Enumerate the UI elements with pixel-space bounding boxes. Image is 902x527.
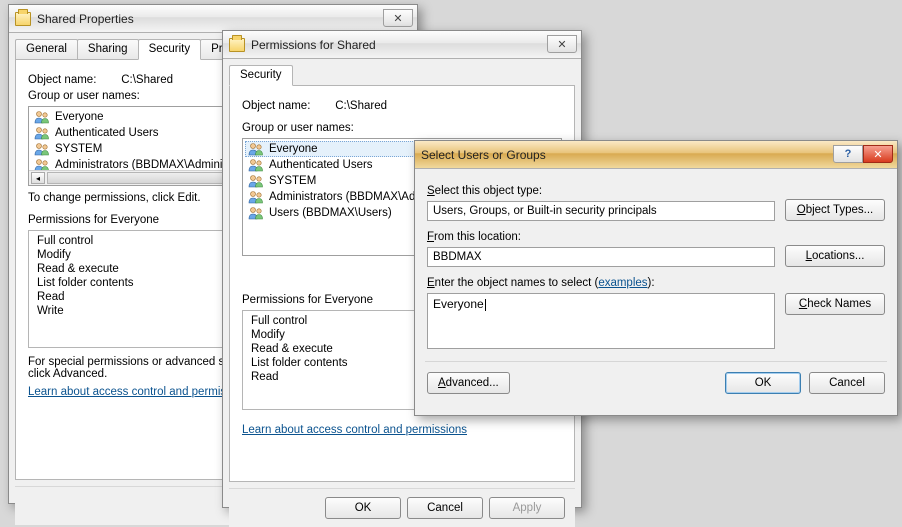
apply-button[interactable]: Apply xyxy=(489,497,565,519)
titlebar[interactable]: Shared Properties ✕ xyxy=(9,5,417,33)
scroll-left-icon[interactable]: ◂ xyxy=(31,172,45,184)
object-name-value: C:\Shared xyxy=(121,74,173,86)
check-names-button[interactable]: Check Names xyxy=(785,293,885,315)
special-permissions-hint2: click Advanced. xyxy=(28,368,107,380)
window-title: Shared Properties xyxy=(37,12,383,26)
users-icon xyxy=(248,158,264,172)
locations-button[interactable]: Locations... xyxy=(785,245,885,267)
users-icon xyxy=(34,126,50,140)
enter-names-label: Enter the object names to select (exampl… xyxy=(427,277,655,289)
tab-general[interactable]: General xyxy=(15,39,78,60)
close-icon[interactable]: ✕ xyxy=(383,9,413,27)
users-icon xyxy=(248,142,264,156)
ok-button[interactable]: OK xyxy=(725,372,801,394)
learn-link[interactable]: Learn about access control and permissio… xyxy=(242,424,467,436)
window-title: Permissions for Shared xyxy=(251,38,547,52)
close-icon[interactable]: ✕ xyxy=(863,145,893,163)
object-name-value: C:\Shared xyxy=(335,100,387,112)
tab-security[interactable]: Security xyxy=(229,65,293,86)
special-permissions-hint: For special permissions or advanced se xyxy=(28,356,231,368)
tabstrip: Security xyxy=(223,59,581,86)
object-type-label: Select this object type: xyxy=(427,185,542,197)
users-icon xyxy=(248,206,264,220)
users-icon xyxy=(34,142,50,156)
groups-label: Group or user names: xyxy=(242,122,562,134)
ok-button[interactable]: OK xyxy=(325,497,401,519)
window-title: Select Users or Groups xyxy=(421,148,833,162)
object-type-field: Users, Groups, or Built-in security prin… xyxy=(427,201,775,221)
learn-link[interactable]: Learn about access control and permiss xyxy=(28,386,232,398)
folder-icon xyxy=(15,12,31,26)
titlebar[interactable]: Permissions for Shared ✕ xyxy=(223,31,581,59)
button-bar: OK Cancel Apply xyxy=(229,488,575,527)
folder-icon xyxy=(229,38,245,52)
object-name-label: Object name: xyxy=(242,100,332,112)
tab-sharing[interactable]: Sharing xyxy=(77,39,139,60)
object-types-button[interactable]: Object Types... xyxy=(785,199,885,221)
object-names-input[interactable]: Everyone xyxy=(427,293,775,349)
cancel-button[interactable]: Cancel xyxy=(809,372,885,394)
tab-security[interactable]: Security xyxy=(138,39,202,60)
cancel-button[interactable]: Cancel xyxy=(407,497,483,519)
titlebar[interactable]: Select Users or Groups ? ✕ xyxy=(415,141,897,169)
users-icon xyxy=(248,174,264,188)
location-field: BBDMAX xyxy=(427,247,775,267)
close-icon[interactable]: ✕ xyxy=(547,35,577,53)
help-icon[interactable]: ? xyxy=(833,145,863,163)
users-icon xyxy=(248,190,264,204)
select-users-groups-window: Select Users or Groups ? ✕ Select this o… xyxy=(414,140,898,416)
examples-link[interactable]: examples xyxy=(598,277,647,289)
location-label: From this location: xyxy=(427,231,521,243)
advanced-button[interactable]: Advanced... xyxy=(427,372,510,394)
users-icon xyxy=(34,110,50,124)
object-name-label: Object name: xyxy=(28,74,118,86)
